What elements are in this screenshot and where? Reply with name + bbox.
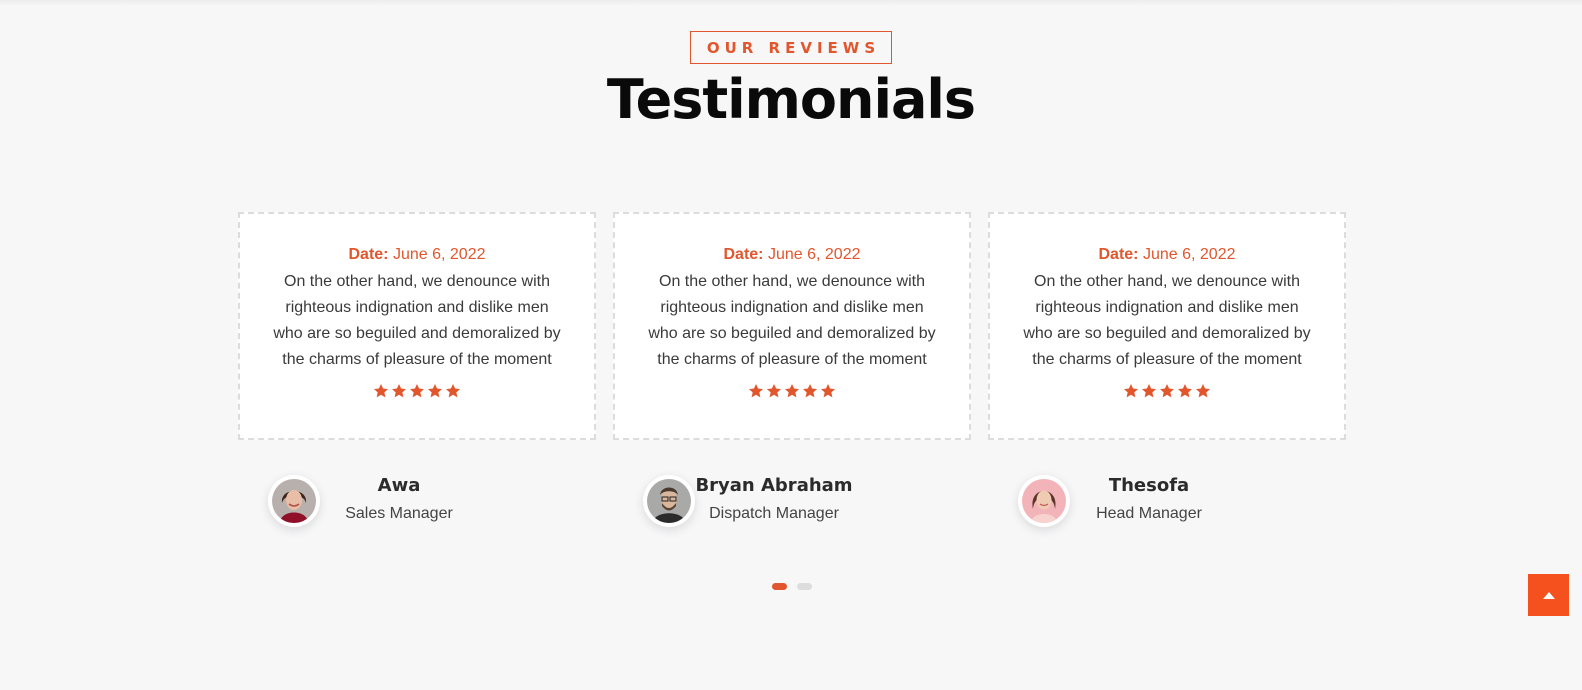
- testimonial-author: Thesofa Head Manager: [1018, 475, 1238, 535]
- star-icon: [785, 384, 799, 398]
- avatar-image: [272, 479, 316, 523]
- section-tag: OUR REVIEWS: [690, 31, 892, 64]
- star-icon: [1196, 384, 1210, 398]
- star-icon: [1124, 384, 1138, 398]
- rating-stars: [615, 383, 969, 399]
- arrow-up-icon: [1542, 592, 1555, 599]
- testimonial-text: On the other hand, we denounce with righ…: [273, 273, 561, 368]
- star-icon: [410, 384, 424, 398]
- avatar: [268, 475, 320, 527]
- star-icon: [767, 384, 781, 398]
- pagination-dot-1[interactable]: [772, 583, 787, 590]
- star-icon: [392, 384, 406, 398]
- date-label: Date:: [348, 246, 389, 263]
- scroll-to-top-button[interactable]: [1528, 574, 1569, 616]
- avatar: [1018, 475, 1070, 527]
- star-icon: [428, 384, 442, 398]
- author-role: Sales Manager: [345, 505, 453, 522]
- header-shadow: [0, 0, 1582, 6]
- author-role: Dispatch Manager: [709, 505, 839, 522]
- testimonial-text: On the other hand, we denounce with righ…: [648, 273, 936, 368]
- author-name: Awa: [377, 475, 421, 496]
- testimonial-card: Date: June 6, 2022 On the other hand, we…: [988, 212, 1346, 440]
- star-icon: [1178, 384, 1192, 398]
- rating-stars: [240, 383, 594, 399]
- testimonial-date: Date: June 6, 2022: [615, 246, 969, 264]
- author-name: Bryan Abraham: [695, 475, 853, 496]
- date-value: June 6, 2022: [392, 246, 486, 263]
- date-value: June 6, 2022: [767, 246, 861, 263]
- carousel-pagination: [772, 583, 812, 590]
- testimonial-author: Awa Sales Manager: [268, 475, 488, 535]
- avatar-image: [1022, 479, 1066, 523]
- date-label: Date:: [1098, 246, 1139, 263]
- star-icon: [821, 384, 835, 398]
- testimonial-author: Bryan Abraham Dispatch Manager: [643, 475, 863, 535]
- testimonial-date: Date: June 6, 2022: [990, 246, 1344, 264]
- testimonial-date: Date: June 6, 2022: [240, 246, 594, 264]
- author-name: Thesofa: [1108, 475, 1190, 496]
- star-icon: [1160, 384, 1174, 398]
- star-icon: [374, 384, 388, 398]
- star-icon: [803, 384, 817, 398]
- testimonial-card: Date: June 6, 2022 On the other hand, we…: [613, 212, 971, 440]
- avatar-image: [647, 479, 691, 523]
- pagination-dot-2[interactable]: [797, 583, 812, 590]
- rating-stars: [990, 383, 1344, 399]
- star-icon: [749, 384, 763, 398]
- star-icon: [446, 384, 460, 398]
- avatar: [643, 475, 695, 527]
- author-role: Head Manager: [1096, 505, 1202, 522]
- date-value: June 6, 2022: [1142, 246, 1236, 263]
- section-title: Testimonials: [606, 68, 976, 131]
- testimonial-card: Date: June 6, 2022 On the other hand, we…: [238, 212, 596, 440]
- star-icon: [1142, 384, 1156, 398]
- date-label: Date:: [723, 246, 764, 263]
- testimonial-text: On the other hand, we denounce with righ…: [1023, 273, 1311, 368]
